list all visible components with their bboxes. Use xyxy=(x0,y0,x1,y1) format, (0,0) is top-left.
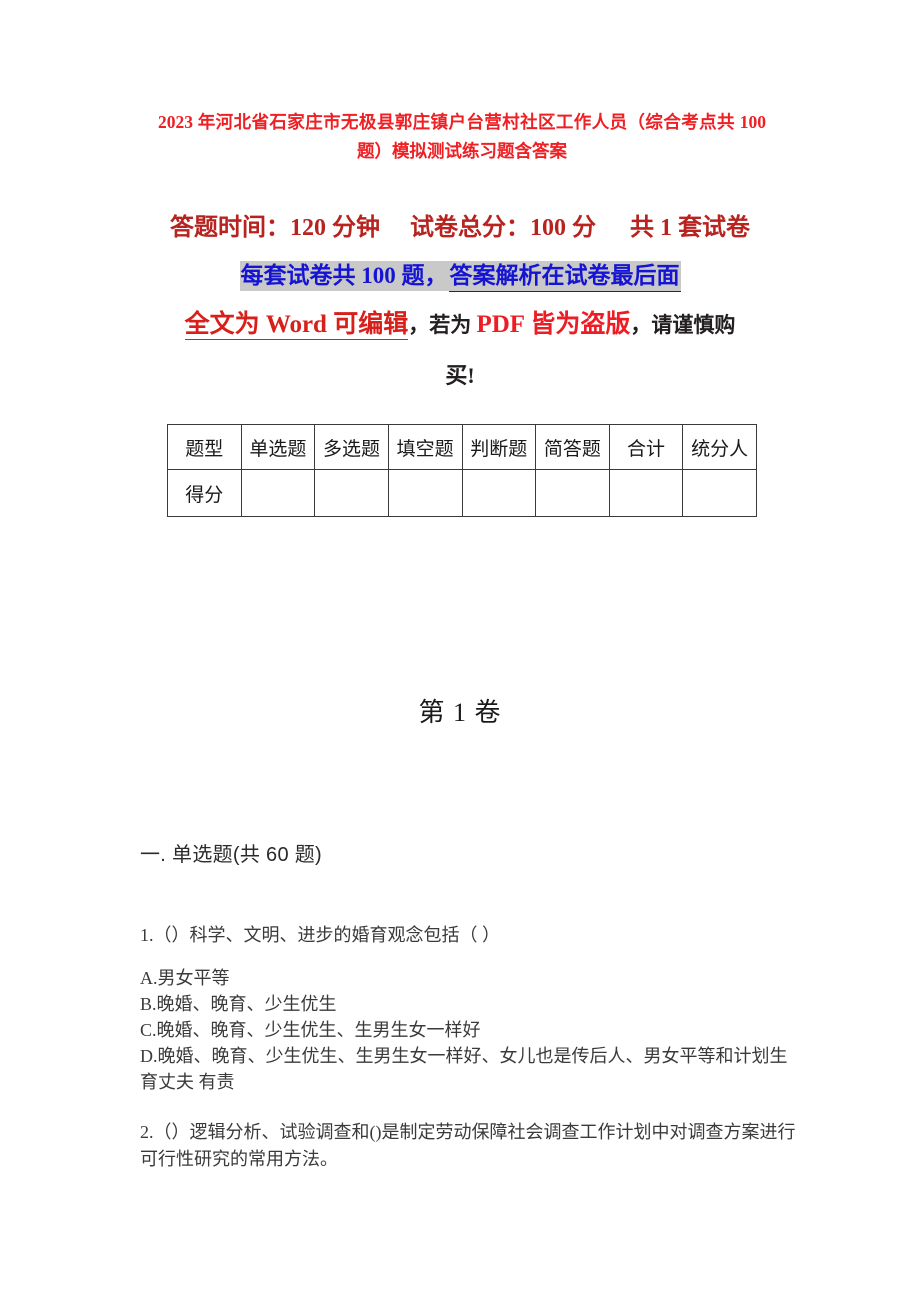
question-stem: 1.（）科学、文明、进步的婚育观念包括（ ） xyxy=(140,925,500,945)
score-cell-single-choice[interactable] xyxy=(240,469,316,517)
section-heading-single-choice: 一. 单选题(共 60 题) xyxy=(140,844,322,866)
option-c[interactable]: C.晚婚、晚育、少生优生、生男生女一样好 xyxy=(140,1017,800,1043)
score-table-header-cell: 合计 xyxy=(608,424,684,470)
answer-notice-line: 每套试卷共 100 题，答案解析在试卷最后面 xyxy=(150,256,770,296)
score-cell-scorer[interactable] xyxy=(682,469,757,517)
score-row-label: 得分 xyxy=(167,469,242,517)
score-table-header-cell: 题型 xyxy=(167,424,242,470)
score-table-header-cell: 单选题 xyxy=(240,424,316,470)
copyright-pdf-pirated: PDF 皆为盗版 xyxy=(476,311,631,338)
score-table-header-cell: 填空题 xyxy=(387,424,463,470)
question-item: 2.（）逻辑分析、试验调查和()是制定劳动保障社会调查工作计划中对调查方案进行可… xyxy=(140,1119,800,1173)
document-title: 2023 年河北省石家庄市无极县郭庄镇户台营村社区工作人员（综合考点共 100 … xyxy=(158,112,766,161)
exam-parameters-line: 答题时间：120 分钟 试卷总分：100 分 共 1 套试卷 xyxy=(150,208,770,248)
copyright-buy-text: 买! xyxy=(445,363,475,388)
question-spacer xyxy=(140,1095,800,1119)
copyright-word-editable: 全文为 Word 可编辑 xyxy=(184,311,409,340)
question-options: A.男女平等 B.晚婚、晚育、少生优生 C.晚婚、晚育、少生优生、生男生女一样好… xyxy=(140,965,800,1095)
notice-underlined-text: 答案解析在试卷最后面 xyxy=(448,261,681,292)
copyright-notice-line: 全文为 Word 可编辑，若为 PDF 皆为盗版，请谨慎购 xyxy=(150,304,770,353)
questions-list: 1.（）科学、文明、进步的婚育观念包括（ ） A.男女平等 B.晚婚、晚育、少生… xyxy=(140,922,800,1173)
paper-count-label: 共 1 套试卷 xyxy=(630,215,750,241)
score-table-header-cell: 统分人 xyxy=(682,424,757,470)
volume-heading: 第 1 卷 xyxy=(418,698,502,727)
exam-info-block: 答题时间：120 分钟 试卷总分：100 分 共 1 套试卷 每套试卷共 100… xyxy=(150,208,770,399)
option-b[interactable]: B.晚婚、晚育、少生优生 xyxy=(140,991,800,1017)
score-cell-fill-blank[interactable] xyxy=(387,469,463,517)
score-table-container: 题型 单选题 多选题 填空题 判断题 简答题 合计 统分人 得分 xyxy=(167,424,757,517)
copyright-notice-line-continued: 买! xyxy=(150,355,770,399)
question-item: 1.（）科学、文明、进步的婚育观念包括（ ） A.男女平等 B.晚婚、晚育、少生… xyxy=(140,922,800,1095)
option-a[interactable]: A.男女平等 xyxy=(140,965,800,991)
score-cell-total[interactable] xyxy=(608,469,684,517)
option-d[interactable]: D.晚婚、晚育、少生优生、生男生女一样好、女儿也是传后人、男女平等和计划生育丈夫… xyxy=(140,1043,800,1095)
score-table-value-row: 得分 xyxy=(167,469,757,517)
score-cell-short-answer[interactable] xyxy=(535,469,610,517)
document-page: 2023 年河北省石家庄市无极县郭庄镇户台营村社区工作人员（综合考点共 100 … xyxy=(0,0,920,1302)
score-table-header-cell: 多选题 xyxy=(314,424,389,470)
copyright-caution: ，请谨慎购 xyxy=(630,313,736,337)
answer-duration-label: 答题时间：120 分钟 xyxy=(170,215,380,241)
copyright-connector: ，若为 xyxy=(408,313,477,337)
score-table: 题型 单选题 多选题 填空题 判断题 简答题 合计 统分人 得分 xyxy=(167,424,757,517)
score-cell-true-false[interactable] xyxy=(461,469,537,517)
score-table-header-cell: 简答题 xyxy=(535,424,610,470)
score-table-header-row: 题型 单选题 多选题 填空题 判断题 简答题 合计 统分人 xyxy=(167,424,757,470)
score-table-header-cell: 判断题 xyxy=(461,424,537,470)
score-cell-multi-choice[interactable] xyxy=(314,469,389,517)
notice-plain-text: 每套试卷共 100 题， xyxy=(239,261,449,291)
total-score-label: 试卷总分：100 分 xyxy=(410,215,596,241)
question-stem: 2.（）逻辑分析、试验调查和()是制定劳动保障社会调查工作计划中对调查方案进行可… xyxy=(140,1122,796,1169)
